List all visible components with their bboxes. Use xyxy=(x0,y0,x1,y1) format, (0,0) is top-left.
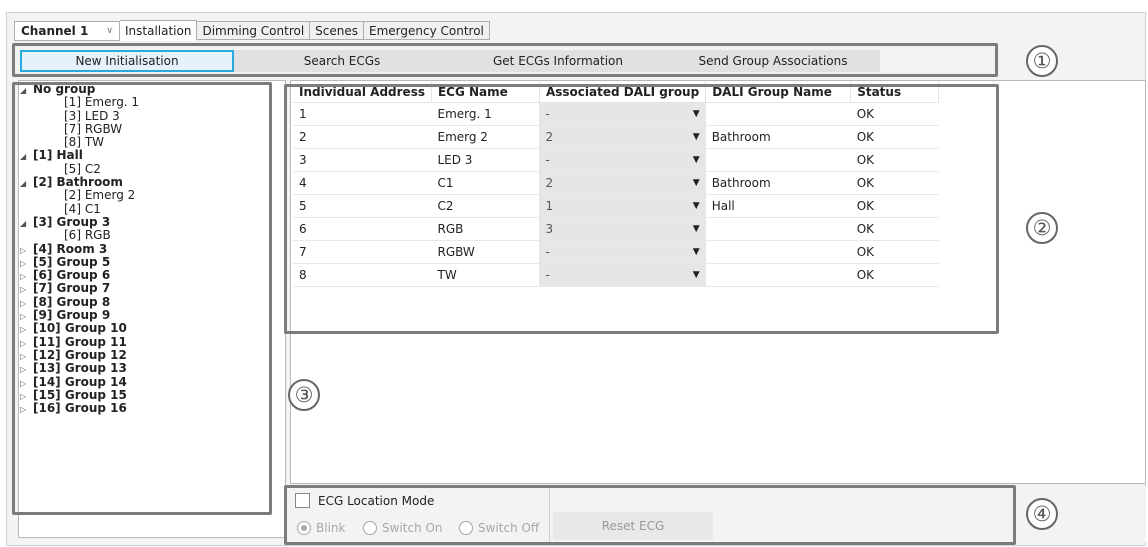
tab-scenes[interactable]: Scenes xyxy=(310,21,365,40)
callout-number-3: ③ xyxy=(288,379,320,411)
callout-number-2: ② xyxy=(1026,212,1058,244)
tab-installation[interactable]: Installation xyxy=(120,20,198,41)
callout-box-location xyxy=(284,485,1016,545)
callout-box-toolbar xyxy=(12,43,998,77)
callout-box-tree xyxy=(12,82,272,515)
callout-number-4: ④ xyxy=(1026,498,1058,530)
tab-emergency-control[interactable]: Emergency Control xyxy=(364,21,490,40)
chevron-down-icon: ∨ xyxy=(106,26,113,36)
tab-bar: Channel 1 ∨ Installation Dimming Control… xyxy=(14,20,490,41)
callout-number-1: ① xyxy=(1026,45,1058,77)
channel-select[interactable]: Channel 1 ∨ xyxy=(14,21,120,41)
callout-box-grid xyxy=(284,84,999,334)
tab-dimming-control[interactable]: Dimming Control xyxy=(197,21,311,40)
channel-select-value: Channel 1 xyxy=(21,24,89,38)
